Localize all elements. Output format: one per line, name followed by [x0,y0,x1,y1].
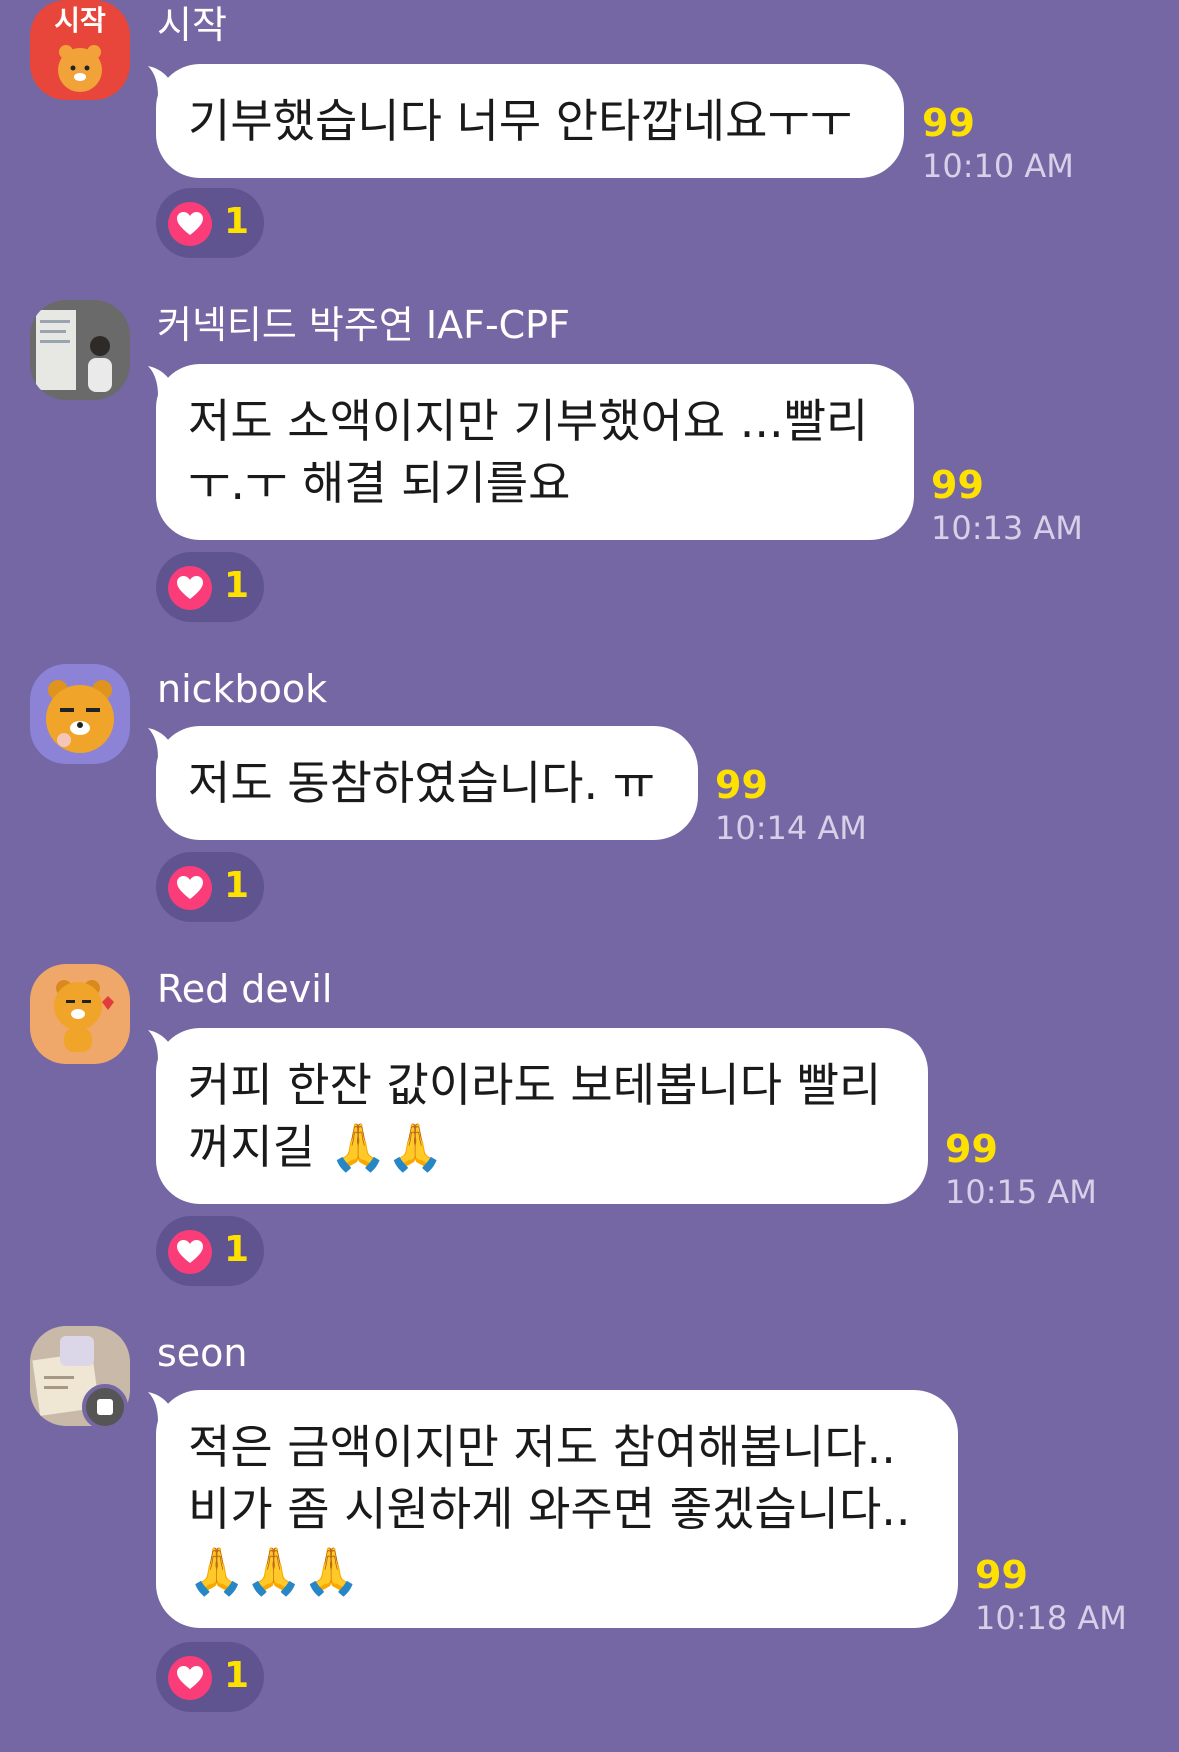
reaction-count: 1 [224,565,250,606]
timestamp: 10:13 AM [931,509,1083,547]
sender-name: seon [157,1331,248,1375]
avatar-image: 시작 [30,0,130,100]
message-bubble[interactable]: 커피 한잔 값이라도 보테봅니다 빨리 꺼지길 🙏🙏 [156,1028,928,1204]
unread-count: 99 [922,101,975,145]
reaction-chip[interactable]: 1 [156,552,264,622]
reaction-chip[interactable]: 1 [156,1216,264,1286]
avatar[interactable] [30,964,130,1064]
sender-name: nickbook [157,667,328,711]
message-meta: 99 10:10 AM [922,104,1074,182]
timestamp: 10:14 AM [715,809,867,847]
sender-name: 시작 [157,3,227,47]
reaction-chip[interactable]: 1 [156,1642,264,1712]
avatar-image [30,664,130,764]
timestamp: 10:15 AM [945,1173,1097,1211]
reaction-chip[interactable]: 1 [156,852,264,922]
avatar-label: 시작 [54,4,106,37]
reaction-count: 1 [224,201,250,242]
heart-icon [168,1656,212,1700]
message-meta: 99 10:15 AM [945,1130,1097,1208]
message-meta: 99 10:13 AM [931,466,1083,544]
channel-badge-icon [82,1384,128,1430]
unread-count: 99 [715,763,768,807]
message-meta: 99 10:18 AM [975,1556,1127,1634]
heart-icon [168,866,212,910]
unread-count: 99 [975,1553,1028,1597]
avatar[interactable] [30,300,130,400]
avatar-image [30,300,130,400]
avatar[interactable]: 시작 [30,0,130,100]
sender-name: Red devil [157,967,333,1011]
heart-icon [168,566,212,610]
reaction-chip[interactable]: 1 [156,188,264,258]
unread-count: 99 [945,1127,998,1171]
message-bubble[interactable]: 기부했습니다 너무 안타깝네요ㅜㅜ [156,64,904,178]
timestamp: 10:18 AM [975,1599,1127,1637]
timestamp: 10:10 AM [922,147,1074,185]
sender-name: 커넥티드 박주연 IAF-CPF [157,303,570,347]
avatar-image [30,964,130,1064]
reaction-count: 1 [224,1229,250,1270]
unread-count: 99 [931,463,984,507]
reaction-count: 1 [224,865,250,906]
heart-icon [168,202,212,246]
message-bubble[interactable]: 저도 소액이지만 기부했어요 ...빨리 ㅜ.ㅜ 해결 되기를요 [156,364,914,540]
message-bubble[interactable]: 적은 금액이지만 저도 참여해봅니다.. 비가 좀 시원하게 와주면 좋겠습니다… [156,1390,958,1628]
heart-icon [168,1230,212,1274]
reaction-count: 1 [224,1655,250,1696]
avatar[interactable] [30,664,130,764]
message-meta: 99 10:14 AM [715,766,867,844]
message-bubble[interactable]: 저도 동참하였습니다. ㅠ [156,726,698,840]
